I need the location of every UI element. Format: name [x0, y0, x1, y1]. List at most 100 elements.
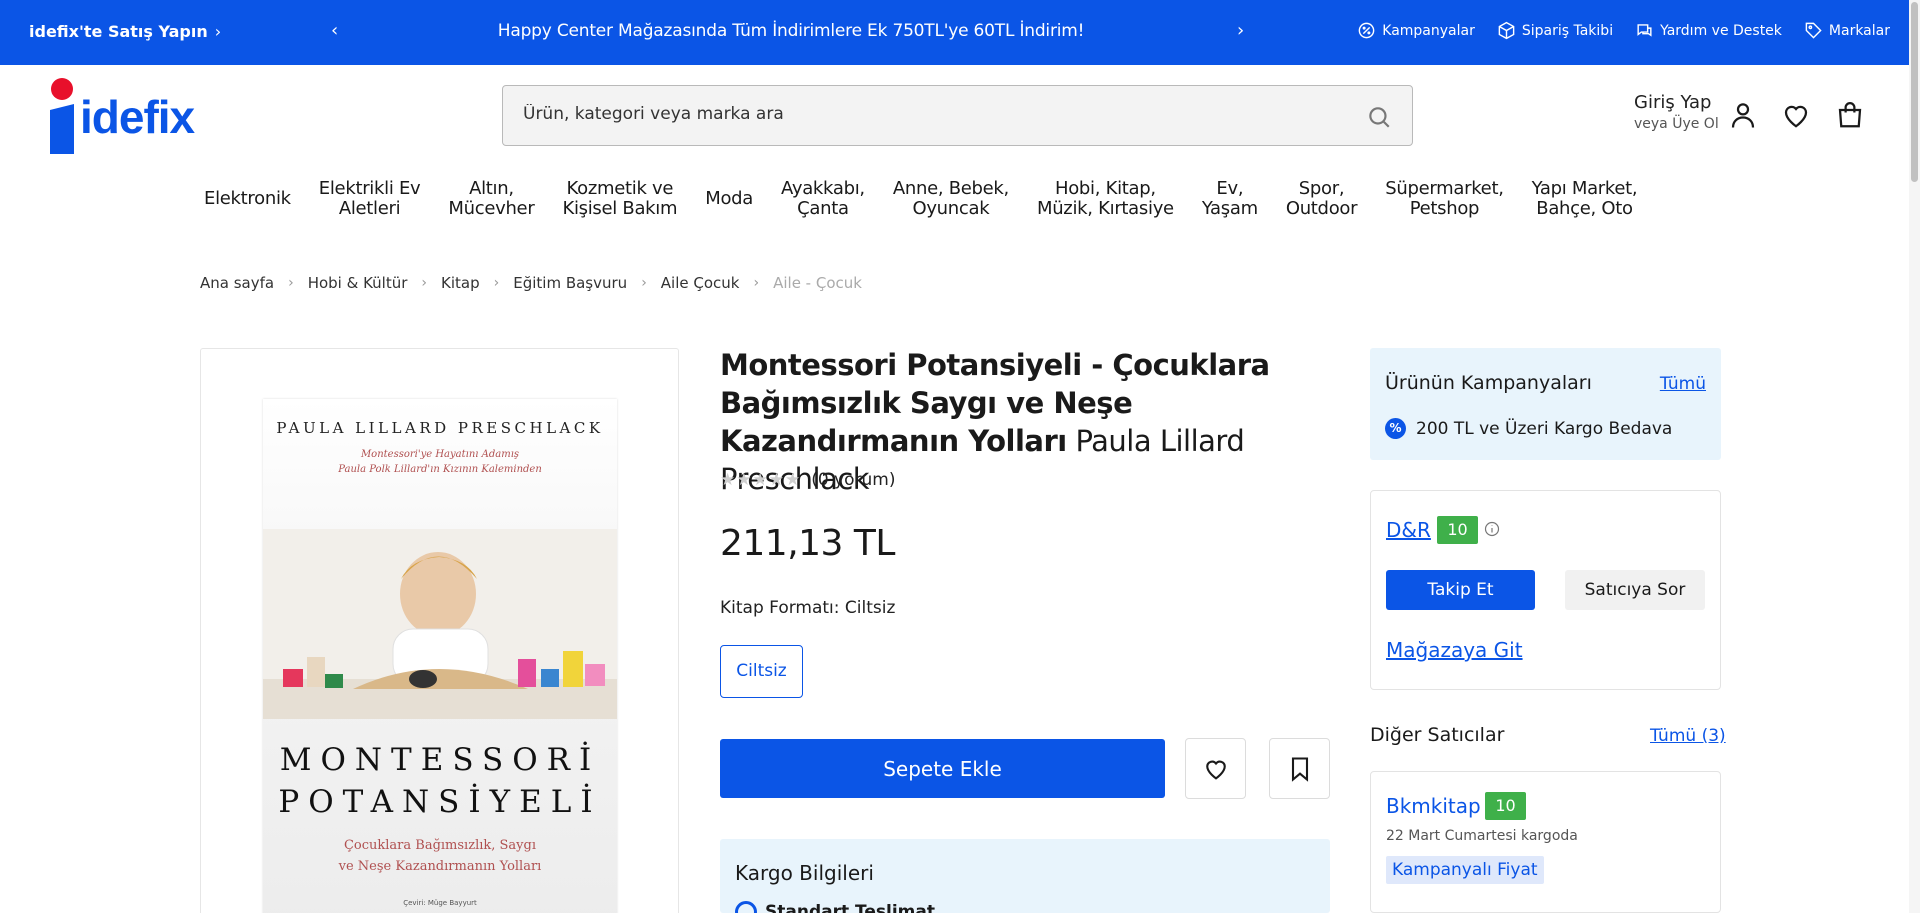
other-seller-score-badge: 10: [1485, 792, 1526, 820]
cart-bag-icon[interactable]: [1835, 100, 1865, 130]
sell-on-idefix-link[interactable]: idefix'te Satış Yapın ›: [29, 22, 221, 41]
cover-tagline-line: Paula Polk Lillard'ın Kızının Kaleminden: [338, 464, 542, 475]
chevron-right-icon: ›: [753, 275, 760, 291]
standard-delivery-option[interactable]: Standart Teslimat: [735, 901, 935, 913]
category-item[interactable]: Moda: [691, 189, 767, 209]
heart-icon[interactable]: [1781, 100, 1811, 130]
promo-prev-button[interactable]: ‹: [331, 20, 338, 41]
cover-tagline: Montessori'ye Hayatını Adamış Paula Polk…: [263, 447, 617, 477]
other-seller-name[interactable]: Bkmkitap: [1386, 794, 1481, 818]
category-item[interactable]: Spor, Outdoor: [1272, 179, 1371, 219]
top-link-brands[interactable]: Markalar: [1804, 21, 1890, 40]
category-label-line: Petshop: [1409, 198, 1480, 219]
rating-stars: ★★★★★: [720, 470, 802, 490]
category-item[interactable]: Elektronik: [190, 189, 305, 209]
category-item[interactable]: Ayakkabı, Çanta: [767, 179, 879, 219]
breadcrumb-item[interactable]: Eğitim Başvuru: [513, 274, 627, 292]
breadcrumb-item[interactable]: Kitap: [441, 274, 480, 292]
category-label-line: Ayakkabı,: [781, 178, 865, 199]
category-item[interactable]: Yapı Market, Bahçe, Oto: [1518, 179, 1652, 219]
other-seller-card[interactable]: Bkmkitap 10 22 Mart Cumartesi kargoda Ka…: [1370, 771, 1721, 913]
sell-label: idefix'te Satış Yapın: [29, 22, 208, 41]
package-icon: [1498, 21, 1515, 40]
category-item[interactable]: Anne, Bebek, Oyuncak: [879, 179, 1023, 219]
promo-text[interactable]: Happy Center Mağazasında Tüm İndirimlere…: [360, 21, 1222, 41]
product-price: 211,13 TL: [720, 523, 895, 564]
idefix-logo[interactable]: idefix: [48, 76, 198, 156]
category-label-line: Kozmetik ve: [566, 178, 674, 199]
top-link-label: Kampanyalar: [1382, 22, 1475, 39]
top-link-campaigns[interactable]: Kampanyalar: [1357, 21, 1475, 40]
login-title: Giriş Yap: [1634, 92, 1712, 113]
follow-seller-button[interactable]: Takip Et: [1386, 570, 1535, 610]
review-count: (0 yorum): [811, 470, 896, 490]
breadcrumb-item[interactable]: Aile Çocuk: [661, 274, 740, 292]
cover-child-illustration: [263, 529, 617, 719]
tag-icon: [1805, 22, 1822, 39]
bookmark-icon: [1291, 756, 1308, 782]
cover-subtitle-line: ve Neşe Kazandırmanın Yolları: [338, 859, 542, 874]
top-banner: idefix'te Satış Yapın › ‹ Happy Center M…: [0, 0, 1920, 65]
category-item[interactable]: Hobi, Kitap, Müzik, Kırtasiye: [1023, 179, 1188, 219]
category-label-line: Çanta: [797, 198, 849, 219]
chevron-right-icon: ›: [641, 275, 647, 291]
search-icon[interactable]: [1366, 104, 1392, 130]
go-to-store-link[interactable]: Mağazaya Git: [1386, 638, 1523, 662]
category-label-line: Ev,: [1216, 178, 1244, 199]
top-link-label: Yardım ve Destek: [1660, 22, 1782, 39]
category-item[interactable]: Altın, Mücevher: [434, 179, 548, 219]
ask-seller-button[interactable]: Satıcıya Sor: [1565, 570, 1705, 610]
product-rating[interactable]: ★★★★★ (0 yorum): [720, 470, 895, 490]
category-label-line: Elektrikli Ev: [318, 178, 421, 199]
cover-subtitle: Çocuklara Bağımsızlık, Saygı ve Neşe Kaz…: [263, 835, 617, 877]
product-image-box[interactable]: PAULA LILLARD PRESCHLACK Montessori'ye H…: [200, 348, 679, 913]
search-box: [502, 85, 1413, 146]
category-label-line: Oyuncak: [912, 198, 990, 219]
format-label: Kitap Formatı: Ciltsiz: [720, 598, 896, 618]
scrollbar-thumb[interactable]: [1911, 2, 1918, 182]
breadcrumb-item[interactable]: Hobi & Kültür: [308, 274, 408, 292]
cover-title-line: MONTESSORİ: [279, 742, 601, 778]
info-icon[interactable]: [1484, 521, 1500, 537]
cover-subtitle-line: Çocuklara Bağımsızlık, Saygı: [343, 838, 537, 853]
breadcrumb-item[interactable]: Ana sayfa: [200, 274, 274, 292]
campaign-item[interactable]: % 200 TL ve Üzeri Kargo Bedava: [1385, 418, 1672, 439]
top-link-order-tracking[interactable]: Sipariş Takibi: [1497, 21, 1613, 40]
standard-delivery-label: Standart Teslimat: [765, 902, 935, 913]
logo-dot: [51, 78, 73, 100]
search-input[interactable]: [523, 104, 1323, 124]
chevron-right-icon: ›: [421, 275, 428, 291]
seller-name-link[interactable]: D&R: [1386, 518, 1431, 542]
category-item[interactable]: Süpermarket, Petshop: [1371, 179, 1517, 219]
category-item[interactable]: Kozmetik ve Kişisel Bakım: [548, 179, 691, 219]
other-sellers-all-link[interactable]: Tümü (3): [1650, 726, 1726, 746]
category-label-line: Hobi, Kitap,: [1054, 178, 1156, 199]
percent-badge-icon: [1358, 22, 1375, 39]
category-item[interactable]: Ev, Yaşam: [1188, 179, 1272, 219]
campaigns-all-link[interactable]: Tümü: [1660, 374, 1706, 394]
campaign-price-tag: Kampanyalı Fiyat: [1386, 856, 1544, 884]
category-label-line: Aletleri: [338, 198, 401, 219]
category-label-line: Elektronik: [204, 188, 291, 209]
favorite-button[interactable]: [1185, 738, 1246, 799]
shipping-title: Kargo Bilgileri: [735, 861, 874, 885]
category-item[interactable]: Elektrikli Ev Aletleri: [305, 179, 435, 219]
shipping-info-panel: Kargo Bilgileri Standart Teslimat: [720, 839, 1330, 913]
add-to-cart-button[interactable]: Sepete Ekle: [720, 739, 1165, 798]
category-label-line: Yaşam: [1201, 198, 1258, 219]
user-icon[interactable]: [1728, 100, 1758, 130]
radio-icon: [735, 901, 757, 913]
login-link[interactable]: Giriş Yap veya Üye Ol: [1634, 93, 1719, 132]
bookmark-button[interactable]: [1269, 738, 1330, 799]
register-sub: veya Üye Ol: [1634, 115, 1719, 132]
category-label-line: Outdoor: [1285, 198, 1358, 219]
promo-next-button[interactable]: ›: [1237, 20, 1244, 41]
top-link-label: Markalar: [1828, 22, 1890, 39]
category-nav: Elektronik Elektrikli Ev Aletleri Altın, Müc…: [190, 177, 1651, 221]
cover-title-line: POTANSİYELİ: [278, 784, 602, 820]
category-label-line: Anne, Bebek,: [892, 178, 1009, 199]
top-link-help[interactable]: Yardım ve Destek: [1635, 21, 1782, 40]
breadcrumb-item: Aile - Çocuk: [773, 274, 862, 292]
seller-score-badge: 10: [1437, 516, 1478, 544]
format-option-ciltsiz[interactable]: Ciltsiz: [720, 645, 803, 698]
